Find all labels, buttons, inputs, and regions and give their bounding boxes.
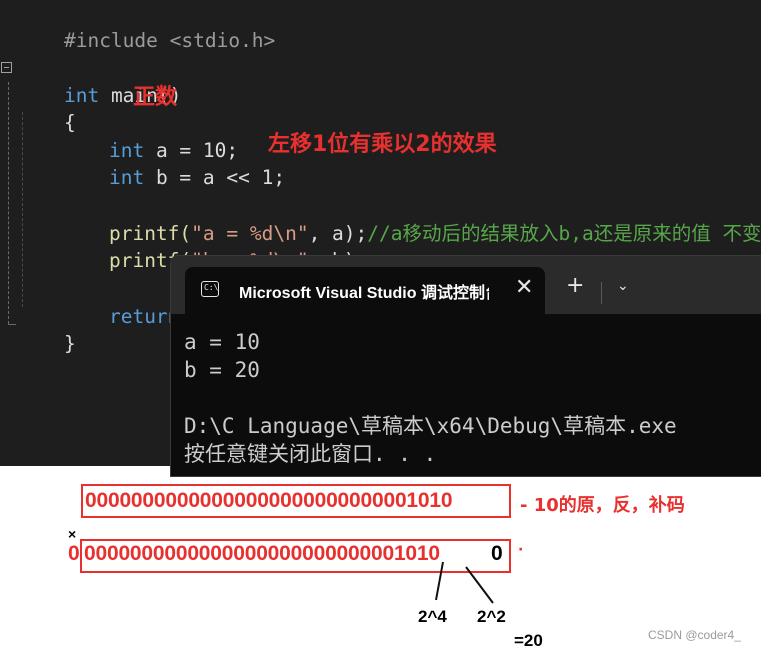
label-pow2: 2^2 — [477, 607, 506, 626]
arrow-line-pow2 — [465, 566, 494, 604]
arrow-line-pow4 — [435, 561, 444, 601]
label-pow4: 2^4 — [418, 607, 447, 626]
watermark: CSDN @coder4_ — [648, 628, 741, 642]
arrow-lines — [435, 561, 494, 604]
label-result: =20 — [514, 631, 543, 650]
